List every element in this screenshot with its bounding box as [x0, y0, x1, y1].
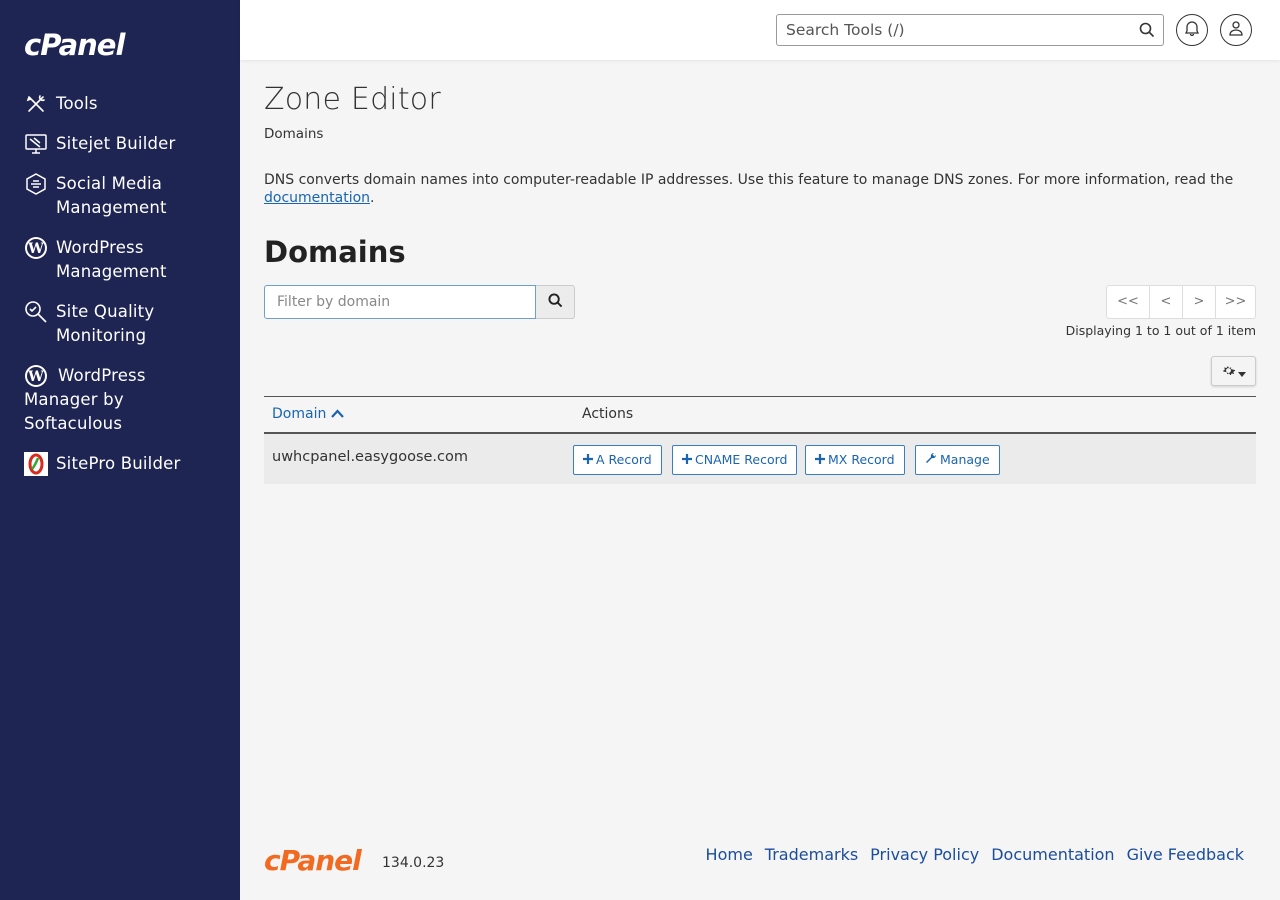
wrench-icon	[925, 446, 937, 474]
search-icon[interactable]	[1139, 22, 1155, 42]
domain-cell: uwhcpanel.easygoose.com	[272, 449, 468, 465]
sidebar-item-label: Social Media Management	[56, 174, 167, 217]
sidebar-item-wordpress-softaculous[interactable]: W WordPress Manager by Softaculous	[0, 364, 240, 436]
footer-link-home[interactable]: Home	[706, 845, 753, 864]
search-placeholder: Search Tools (/)	[786, 21, 905, 39]
sitepro-icon	[24, 452, 48, 476]
sidebar-item-sitejet[interactable]: Sitejet Builder	[0, 132, 240, 156]
sidebar-item-label: Sitejet Builder	[56, 134, 176, 153]
plus-icon	[583, 446, 593, 474]
footer-link-privacy[interactable]: Privacy Policy	[870, 845, 979, 864]
wordpress-icon: W	[24, 364, 48, 388]
notifications-button[interactable]	[1176, 14, 1208, 46]
sidebar-item-site-quality[interactable]: Site Quality Monitoring	[0, 300, 240, 348]
footer-link-feedback[interactable]: Give Feedback	[1127, 845, 1244, 864]
table-header: Domain Actions	[264, 396, 1256, 434]
sidebar-nav: Tools Sitejet Builder Social Media Manag…	[0, 92, 240, 492]
filter-search-button[interactable]	[536, 285, 575, 319]
plus-icon	[682, 446, 692, 474]
table-row: uwhcpanel.easygoose.com A Record CNAME R…	[264, 434, 1256, 484]
page-description: DNS converts domain names into computer-…	[264, 171, 1256, 207]
column-header-actions: Actions	[582, 406, 634, 422]
cpanel-logo[interactable]: cPanel	[24, 28, 125, 62]
button-label: A Record	[596, 452, 652, 467]
add-mx-record-button[interactable]: MX Record	[805, 445, 905, 475]
svg-text:W: W	[27, 369, 44, 385]
monitor-icon	[24, 132, 48, 156]
page-title: Zone Editor	[264, 82, 441, 117]
filter-placeholder: Filter by domain	[277, 294, 391, 310]
sidebar-item-wordpress-management[interactable]: W WordPress Management	[0, 236, 240, 284]
gear-icon	[1222, 362, 1235, 381]
sidebar-item-sitepro[interactable]: SitePro Builder	[0, 452, 240, 476]
search-tools-input[interactable]: Search Tools (/)	[776, 14, 1164, 46]
page-next-button[interactable]: >	[1182, 286, 1215, 318]
button-label: Manage	[940, 452, 990, 467]
bell-icon	[1184, 20, 1200, 40]
page-last-button[interactable]: >>	[1215, 286, 1255, 318]
sidebar-item-label: SitePro Builder	[56, 454, 181, 473]
page-prev-button[interactable]: <	[1149, 286, 1182, 318]
domains-table: Domain Actions uwhcpanel.easygoose.com A…	[264, 396, 1256, 484]
user-menu-button[interactable]	[1220, 14, 1252, 46]
documentation-link[interactable]: documentation	[264, 190, 370, 206]
footer-link-documentation[interactable]: Documentation	[991, 845, 1114, 864]
button-label: MX Record	[828, 452, 895, 467]
sidebar-item-label: Tools	[56, 94, 98, 113]
sidebar-item-tools[interactable]: Tools	[0, 92, 240, 116]
footer-cpanel-logo[interactable]: cPanel	[264, 844, 362, 877]
period-text: .	[370, 190, 375, 206]
sidebar-item-social-media[interactable]: Social Media Management	[0, 172, 240, 220]
sidebar: cPanel Tools Sitejet Builder Social Medi…	[0, 0, 240, 900]
footer-version: 134.0.23	[382, 855, 445, 871]
footer-links: Home Trademarks Privacy Policy Documenta…	[706, 845, 1244, 864]
sort-domain-header[interactable]: Domain	[272, 406, 344, 422]
add-cname-record-button[interactable]: CNAME Record	[672, 445, 798, 475]
description-text: DNS converts domain names into computer-…	[264, 172, 1234, 188]
manage-button[interactable]: Manage	[915, 445, 1000, 475]
section-title: Domains	[264, 235, 406, 269]
button-label: CNAME Record	[695, 452, 788, 467]
column-header-domain: Domain	[272, 406, 327, 422]
add-a-record-button[interactable]: A Record	[573, 445, 662, 475]
pagination: << < > >>	[1106, 285, 1256, 319]
page-first-button[interactable]: <<	[1107, 286, 1149, 318]
pagination-info: Displaying 1 to 1 out of 1 item	[1065, 323, 1256, 338]
footer-link-trademarks[interactable]: Trademarks	[765, 845, 858, 864]
user-icon	[1229, 20, 1243, 40]
top-header: Search Tools (/)	[240, 0, 1280, 60]
tools-icon	[24, 92, 48, 116]
search-icon	[547, 292, 563, 312]
caret-down-icon	[1237, 362, 1246, 381]
filter-domain-input[interactable]: Filter by domain	[264, 285, 536, 319]
social-icon	[24, 172, 48, 196]
magnifier-icon	[24, 300, 48, 324]
sidebar-item-label: WordPress Management	[56, 238, 167, 281]
wordpress-icon: W	[24, 236, 48, 260]
svg-text:W: W	[27, 241, 44, 257]
sort-ascending-icon	[330, 406, 344, 422]
plus-icon	[815, 446, 825, 474]
breadcrumb: Domains	[264, 126, 324, 142]
sidebar-item-label: Site Quality Monitoring	[56, 302, 155, 345]
settings-dropdown-button[interactable]	[1211, 356, 1256, 386]
